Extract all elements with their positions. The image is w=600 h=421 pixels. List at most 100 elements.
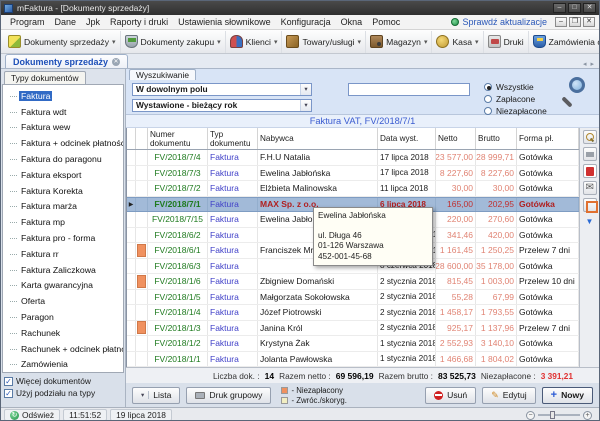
mdi-restore-button[interactable]: ❐ [569,17,581,27]
toolbar-button-orders-online[interactable]: Zamówienia online▾ [529,31,600,53]
toolbar-button-goods[interactable]: Towary/usługi▾ [282,31,366,53]
header-numer[interactable]: Numer dokumentu [148,128,208,149]
chevron-down-icon[interactable]: ▾ [300,100,311,111]
sidebar-item-17[interactable]: Zamówienia [7,357,123,373]
chevron-down-icon[interactable]: ▾ [112,38,116,46]
zoom-track[interactable] [538,414,580,416]
maximize-button[interactable]: □ [568,3,581,13]
sidebar-item-7[interactable]: Faktura marża [7,199,123,215]
table-row[interactable]: FV/2018/1/4FakturaJózef Piotrowski2 styc… [127,305,579,321]
header-brutto[interactable]: Brutto [476,128,517,149]
menu-item-0[interactable]: Program [5,16,50,28]
checkbox-wiecej-dokumentow[interactable]: ✓ Więcej dokumentów [4,376,123,386]
download-icon[interactable] [583,215,597,229]
search-tab[interactable]: Wyszukiwanie [129,69,196,80]
druk-grupowy-button[interactable]: Druk grupowy [186,387,271,404]
table-row[interactable]: FV/2018/1/6FakturaZbigniew Domański2 sty… [127,274,579,290]
search-input[interactable] [348,83,470,96]
edytuj-button[interactable]: ✎ Edytuj [482,387,535,404]
radio-option-2[interactable]: Niezapłacone [484,105,547,116]
sidebar-item-2[interactable]: Faktura wew [7,120,123,136]
chevron-down-icon[interactable]: ▾ [475,38,479,46]
table-row[interactable]: FV/2018/1/3FakturaJanina Król2 stycznia … [127,321,579,337]
toolbar-button-sales-docs[interactable]: Dokumenty sprzedaży▾ [4,31,121,53]
printer-icon[interactable] [583,147,597,161]
sidebar-item-13[interactable]: Oferta [7,293,123,309]
menu-item-1[interactable]: Dane [50,16,82,28]
sidebar-item-3[interactable]: Faktura + odcinek płatności [7,135,123,151]
close-button[interactable]: ✕ [583,3,596,13]
table-row[interactable]: FV/2018/7/2FakturaElżbieta Malinowska11 … [127,181,579,197]
chevron-down-icon[interactable]: ▾ [300,84,311,95]
table-row[interactable]: FV/2018/1/1FakturaJolanta Pawłowska1 sty… [127,352,579,368]
menu-item-6[interactable]: Okna [336,16,368,28]
toolbar-button-warehouse[interactable]: Magazyn▾ [366,31,432,53]
header-typ[interactable]: Typ dokumentu [208,128,258,149]
search-field-combo[interactable]: W dowolnym polu ▾ [132,83,312,96]
toolbar-button-clients[interactable]: Klienci▾ [226,31,283,53]
unpaid-mark-icon[interactable] [583,198,597,212]
menu-item-4[interactable]: Ustawienia słownikowe [173,16,276,28]
search-filter-combo[interactable]: Wystawione - bieżący rok ▾ [132,99,312,112]
toolbar-button-cash[interactable]: Kasa▾ [432,31,483,53]
toolbar-button-purchase-docs[interactable]: Dokumenty zakupu▾ [121,31,226,53]
checkbox-uzyj-podzialu[interactable]: ✓ Użyj podziału na typy [4,388,123,398]
minimize-button[interactable]: – [553,3,566,13]
sidebar-item-5[interactable]: Faktura eksport [7,167,123,183]
sidebar-item-0[interactable]: Faktura [7,88,123,104]
sidebar-item-1[interactable]: Faktura wdt [7,104,123,120]
header-nabywca[interactable]: Nabywca [258,128,378,149]
tab-dokumenty-sprzedazy[interactable]: Dokumenty sprzedaży ✕ [5,54,128,68]
sidebar-item-9[interactable]: Faktura pro - forma [7,230,123,246]
chevron-down-icon[interactable]: ▾ [358,38,362,46]
zoom-thumb[interactable] [550,411,555,419]
sidebar-item-16[interactable]: Rachunek + odcinek płatności [7,341,123,357]
sidebar-item-14[interactable]: Paragon [7,309,123,325]
header-forma[interactable]: Forma pł. [517,128,579,149]
radio-option-0[interactable]: Wszystkie [484,81,547,92]
usun-button[interactable]: Usuń [425,387,476,404]
magnifier-icon[interactable] [583,130,597,144]
toolbar-button-prints[interactable]: Druki [484,31,529,53]
table-row[interactable]: FV/2018/7/4FakturaF.H.U Natalia17 lipca … [127,150,579,166]
chevron-down-icon[interactable]: ▾ [217,38,221,46]
table-row[interactable]: FV/2018/7/3FakturaEwelina Jabłońska17 li… [127,166,579,182]
tab-scroll-arrows[interactable]: ◂ ▸ [583,60,595,68]
search-magnifier-icon[interactable] [559,77,585,105]
lista-button[interactable]: ▾ Lista [132,387,180,404]
menu-item-7[interactable]: Pomoc [367,16,405,28]
nowy-button[interactable]: + Nowy [542,387,593,404]
sidebar-item-11[interactable]: Faktura Zaliczkowa [7,262,123,278]
sidebar-tab[interactable]: Typy dokumentów [1,69,125,84]
zoom-out-icon[interactable]: − [526,411,535,420]
tooltip-street: ul. Długa 46 [318,231,428,242]
table-row[interactable]: FV/2018/1/5FakturaMałgorzata Sokołowska2… [127,290,579,306]
envelope-icon[interactable] [583,181,597,195]
zoom-in-icon[interactable]: + [583,411,592,420]
zoom-slider[interactable]: − + [526,411,592,420]
table-row[interactable]: FV/2018/1/2FakturaKrystyna Żak1 stycznia… [127,336,579,352]
header-data-wyst[interactable]: Data wyst. [378,128,436,149]
menu-item-2[interactable]: Jpk [81,16,105,28]
sidebar-item-6[interactable]: Faktura Korekta [7,183,123,199]
chevron-down-icon[interactable]: ▾ [274,38,278,46]
radio-option-1[interactable]: Zapłacone [484,93,547,104]
sidebar-item-15[interactable]: Rachunek [7,325,123,341]
purchase-docs-icon [125,35,138,48]
mdi-close-button[interactable]: ✕ [583,17,595,27]
sidebar-item-4[interactable]: Faktura do paragonu [7,151,123,167]
chevron-down-icon[interactable]: ▾ [424,38,428,46]
mdi-minimize-button[interactable]: – [555,17,567,27]
check-updates-link[interactable]: Sprawdź aktualizacje [451,17,547,27]
tab-close-icon[interactable]: ✕ [112,58,120,66]
sidebar-item-8[interactable]: Faktura mp [7,214,123,230]
refresh-button[interactable]: ↻ Odśwież [4,409,60,421]
row-selector-arrow [127,274,136,289]
sidebar-item-10[interactable]: Faktura rr [7,246,123,262]
menu-item-5[interactable]: Konfiguracja [276,16,336,28]
clock-segment: 11:51:52 [63,409,107,421]
sidebar-item-12[interactable]: Karta gwarancyjna [7,278,123,294]
menu-item-3[interactable]: Raporty i druki [105,16,173,28]
pdf-icon[interactable] [583,164,597,178]
header-netto[interactable]: Netto [436,128,476,149]
